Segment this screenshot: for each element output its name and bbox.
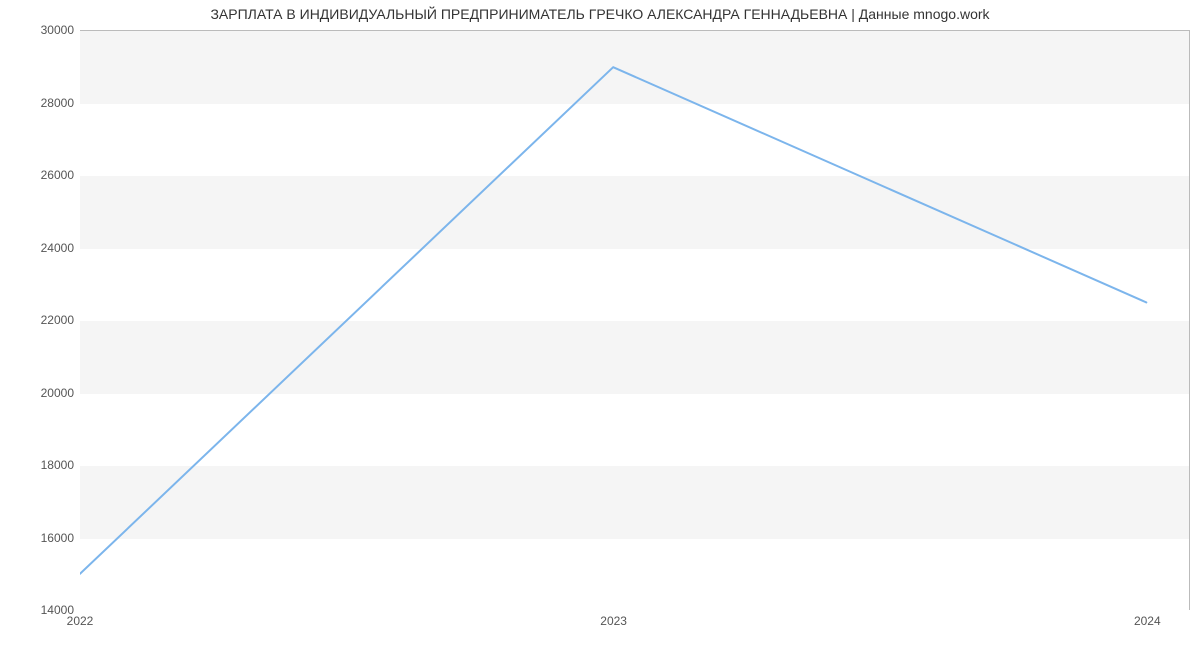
y-tick-label: 22000: [0, 313, 74, 327]
y-tick-label: 26000: [0, 168, 74, 182]
x-tick-label: 2023: [600, 614, 627, 628]
y-tick-label: 24000: [0, 241, 74, 255]
salary-line-chart: ЗАРПЛАТА В ИНДИВИДУАЛЬНЫЙ ПРЕДПРИНИМАТЕЛ…: [0, 0, 1200, 650]
line-series: [80, 31, 1189, 610]
y-tick-label: 16000: [0, 531, 74, 545]
x-tick-label: 2024: [1134, 614, 1161, 628]
y-tick-label: 28000: [0, 96, 74, 110]
plot-area: [80, 30, 1190, 610]
y-tick-label: 18000: [0, 458, 74, 472]
y-tick-label: 30000: [0, 23, 74, 37]
y-tick-label: 14000: [0, 603, 74, 617]
chart-title: ЗАРПЛАТА В ИНДИВИДУАЛЬНЫЙ ПРЕДПРИНИМАТЕЛ…: [0, 6, 1200, 22]
y-tick-label: 20000: [0, 386, 74, 400]
x-tick-label: 2022: [67, 614, 94, 628]
